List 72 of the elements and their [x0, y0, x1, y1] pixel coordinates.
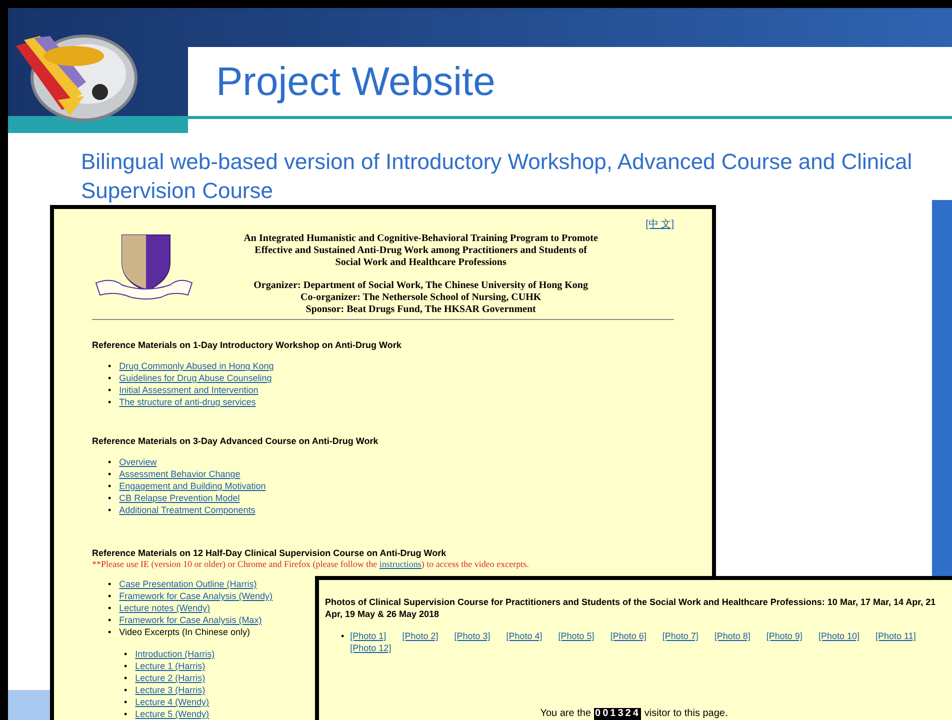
- bullet: •: [108, 372, 112, 384]
- bullet: •: [108, 492, 112, 504]
- slide-subtitle: Bilingual web-based version of Introductory Workshop, Advanced Course and Clinical Supervision Course: [81, 148, 914, 205]
- photo-link[interactable]: [Photo 10]: [818, 630, 860, 642]
- bullet: •: [108, 626, 112, 638]
- photo-link[interactable]: [Photo 5]: [558, 630, 594, 642]
- link[interactable]: Engagement and Building Motivation: [119, 480, 266, 492]
- link[interactable]: Additional Treatment Components: [119, 504, 256, 516]
- bullet: •: [108, 396, 112, 408]
- bullet: •: [108, 468, 112, 480]
- bullet: •: [341, 630, 344, 643]
- bullet: •: [108, 360, 112, 372]
- counter-text: visitor to this page.: [644, 708, 728, 720]
- link[interactable]: Initial Assessment and Intervention: [119, 384, 258, 396]
- photo-link[interactable]: [Photo 3]: [454, 630, 490, 642]
- bullet: •: [124, 660, 128, 672]
- link[interactable]: Introduction (Harris): [135, 648, 215, 660]
- link[interactable]: Assessment Behavior Change: [119, 468, 240, 480]
- link[interactable]: Lecture 3 (Harris): [135, 684, 206, 696]
- credit-line: Co-organizer: The Nethersole School of Nursing, CUHK: [300, 292, 542, 304]
- instructions-link[interactable]: instructions: [379, 559, 422, 569]
- credit-line: Sponsor: Beat Drugs Fund, The HKSAR Government: [306, 304, 536, 316]
- bullet: •: [108, 504, 112, 516]
- bullet: •: [108, 614, 112, 626]
- bullet: •: [108, 590, 112, 602]
- photos-title: Photos of Clinical Supervision Course for Practitioners and Students of the Social Work and Healthcare Professions: 10 Mar, 17 Mar, 14 Apr, 21 Apr, 19 May & 26 May 2018: [325, 596, 937, 620]
- link[interactable]: Case Presentation Outline (Harris): [119, 578, 257, 590]
- bullet: •: [124, 708, 128, 720]
- link[interactable]: Framework for Case Analysis (Max): [119, 614, 262, 626]
- photo-link[interactable]: [Photo 4]: [506, 630, 542, 642]
- link[interactable]: The structure of anti-drug services: [119, 396, 256, 408]
- photo-link[interactable]: [Photo 6]: [610, 630, 646, 642]
- link[interactable]: Lecture 2 (Harris): [135, 672, 206, 684]
- bullet: •: [124, 684, 128, 696]
- link[interactable]: Overview: [119, 456, 157, 468]
- photo-link[interactable]: [Photo 11]: [875, 630, 916, 642]
- link[interactable]: Drug Commonly Abused in Hong Kong: [119, 360, 274, 372]
- section-heading: Reference Materials on 1-Day Introductory Workshop on Anti-Drug Work: [92, 339, 402, 351]
- link[interactable]: Lecture notes (Wendy): [119, 602, 210, 614]
- logo-icon: [14, 34, 138, 124]
- photo-link[interactable]: [Photo 2]: [402, 630, 438, 642]
- link[interactable]: Framework for Case Analysis (Wendy): [119, 590, 273, 602]
- language-link[interactable]: [中 文]: [646, 219, 674, 231]
- bullet: •: [108, 578, 112, 590]
- visitor-counter: 001324: [594, 708, 642, 720]
- bullet: •: [108, 602, 112, 614]
- bullet: •: [124, 672, 128, 684]
- photo-link[interactable]: [Photo 9]: [766, 630, 802, 642]
- slide-title: Project Website: [216, 62, 496, 102]
- heading-line: An Integrated Humanistic and Cognitive-Behavioral Training Program to Promote: [244, 233, 598, 245]
- link[interactable]: Guidelines for Drug Abuse Counseling: [119, 372, 272, 384]
- link[interactable]: CB Relapse Prevention Model: [119, 492, 240, 504]
- section-heading: Reference Materials on 12 Half-Day Clinical Supervision Course on Anti-Drug Work: [92, 547, 448, 559]
- section-heading: Reference Materials on 3-Day Advanced Course on Anti-Drug Work: [92, 435, 380, 447]
- link[interactable]: Lecture 5 (Wendy): [135, 708, 210, 720]
- heading-line: Social Work and Healthcare Professions: [335, 257, 506, 269]
- photo-link[interactable]: [Photo 1]: [350, 630, 386, 642]
- photo-link[interactable]: [Photo 12]: [350, 642, 392, 654]
- link[interactable]: Lecture 1 (Harris): [135, 660, 206, 672]
- link[interactable]: Lecture 4 (Wendy): [135, 696, 210, 708]
- bullet: •: [108, 480, 112, 492]
- bullet: •: [108, 456, 112, 468]
- photo-link[interactable]: [Photo 8]: [714, 630, 750, 642]
- bullet: •: [108, 384, 112, 396]
- list-text: Video Excerpts (In Chinese only): [119, 626, 250, 638]
- bullet: •: [124, 696, 128, 708]
- photo-link[interactable]: [Photo 7]: [662, 630, 698, 642]
- credit-line: Organizer: Department of Social Work, The Chinese University of Hong Kong: [254, 280, 588, 292]
- bullet: •: [124, 648, 128, 660]
- counter-text: You are the: [540, 708, 592, 720]
- heading-line: Effective and Sustained Anti-Drug Work among Practitioners and Students of: [254, 245, 587, 257]
- browser-note: **Please use IE (version 10 or older) or Chrome and Firefox (please follow the instructions) to access the video excerpts.: [92, 559, 530, 570]
